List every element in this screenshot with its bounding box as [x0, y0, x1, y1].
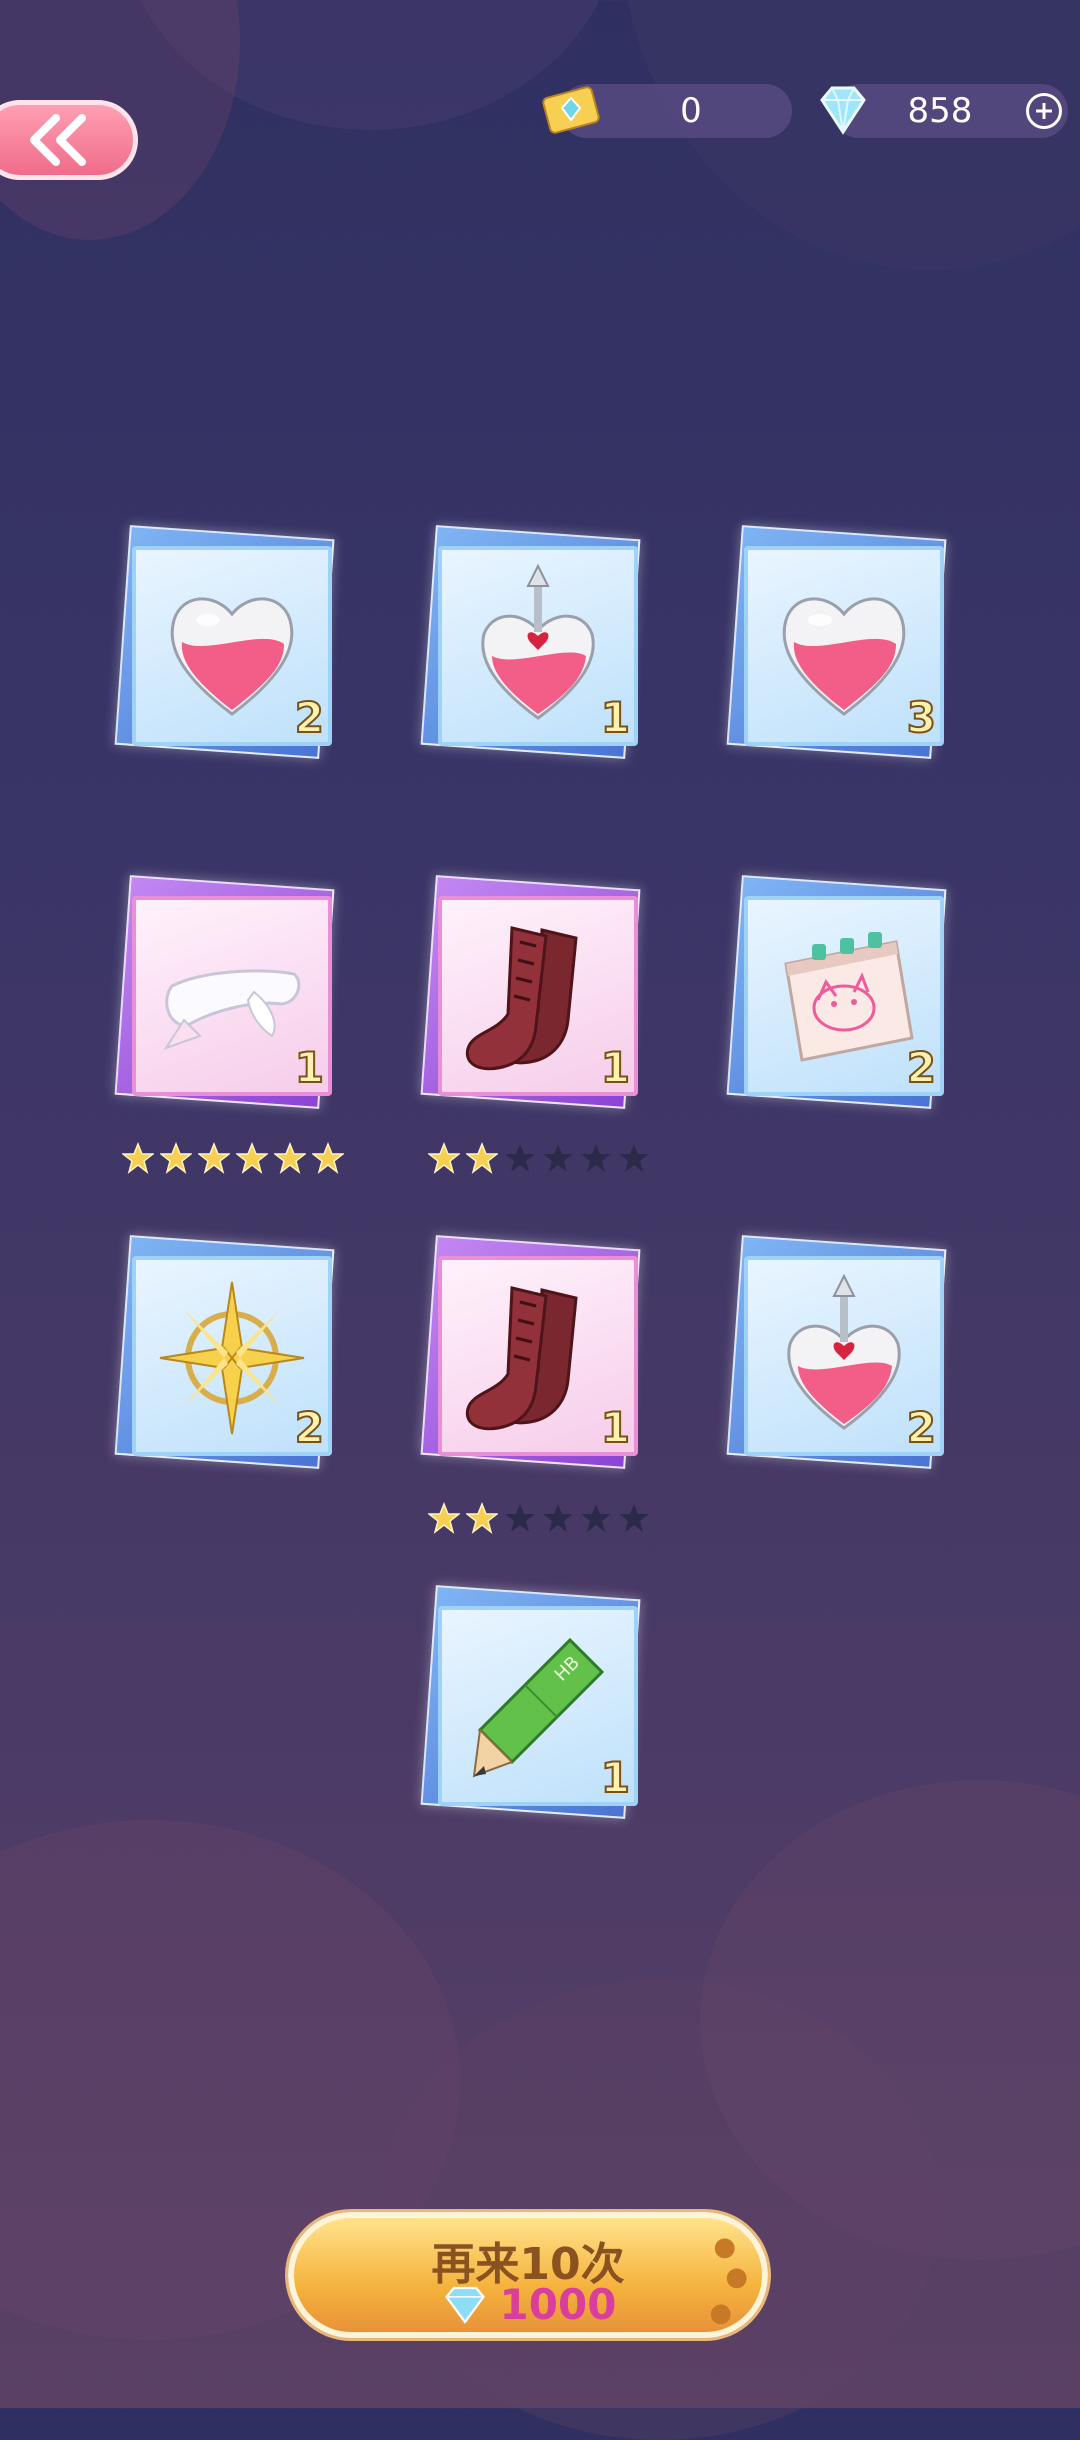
item-count: 2	[906, 1042, 937, 1092]
heart-potion-icon	[782, 597, 906, 716]
add-diamond-button[interactable]	[1026, 93, 1062, 129]
rarity-stars	[428, 1142, 650, 1174]
gold-star-compass-icon	[159, 1281, 305, 1435]
rarity-stars	[428, 1502, 650, 1534]
star-filled-icon	[160, 1142, 192, 1174]
star-filled-icon	[428, 1142, 460, 1174]
rarity-stars	[122, 1142, 344, 1174]
reward-item-5[interactable]: 1	[420, 875, 648, 1122]
draw-again-cost-value: 1000	[499, 2280, 617, 2329]
red-socks-icon	[465, 1286, 578, 1431]
reward-item-10[interactable]: HB 1	[420, 1585, 648, 1832]
draw-again-cost: 1000	[294, 2280, 762, 2329]
reward-item-7[interactable]: 2	[114, 1235, 342, 1482]
star-filled-icon	[274, 1142, 306, 1174]
reward-item-1[interactable]: 2	[114, 525, 342, 772]
green-pencil-icon: HB	[472, 1637, 605, 1778]
star-filled-icon	[122, 1142, 154, 1174]
reward-item-4[interactable]: 1	[114, 875, 342, 1122]
diamond-counter: 858	[820, 84, 1068, 138]
reward-item-2[interactable]: 1	[420, 525, 648, 772]
paw-icon: ●	[725, 2262, 748, 2292]
cat-notepad-icon	[784, 932, 914, 1062]
item-count: 3	[906, 692, 937, 742]
star-empty-icon	[505, 1504, 535, 1532]
item-count: 2	[294, 692, 325, 742]
item-count: 1	[600, 1402, 631, 1452]
heart-potion-icon	[170, 597, 294, 716]
paw-icon: ●	[713, 2232, 736, 2262]
reward-item-8[interactable]: 1	[420, 1235, 648, 1482]
ticket-count: 0	[680, 91, 702, 131]
star-filled-icon	[312, 1142, 344, 1174]
star-empty-icon	[543, 1504, 573, 1532]
diamond-icon	[820, 86, 866, 135]
star-filled-icon	[466, 1502, 498, 1534]
reward-item-6[interactable]: 2	[726, 875, 954, 1122]
star-empty-icon	[581, 1144, 611, 1172]
star-empty-icon	[619, 1144, 649, 1172]
star-filled-icon	[236, 1142, 268, 1174]
draw-again-button[interactable]: 再来10次 1000 ● ● ●	[288, 2212, 768, 2338]
item-count: 1	[600, 692, 631, 742]
star-empty-icon	[581, 1504, 611, 1532]
star-filled-icon	[466, 1142, 498, 1174]
diamond-icon	[444, 2286, 485, 2324]
paw-icon: ●	[709, 2298, 732, 2328]
star-empty-icon	[619, 1504, 649, 1532]
heart-potion-arrow-icon	[481, 563, 595, 720]
star-filled-icon	[428, 1502, 460, 1534]
red-socks-icon	[465, 926, 578, 1071]
ticket-icon	[542, 86, 600, 134]
white-scarf-icon	[163, 969, 301, 1050]
star-empty-icon	[543, 1144, 573, 1172]
item-count: 1	[600, 1752, 631, 1802]
star-filled-icon	[198, 1142, 230, 1174]
star-empty-icon	[505, 1144, 535, 1172]
back-button[interactable]	[0, 100, 138, 180]
item-count: 2	[294, 1402, 325, 1452]
item-count: 1	[600, 1042, 631, 1092]
item-count: 1	[294, 1042, 325, 1092]
double-chevron-left-icon	[30, 114, 86, 166]
item-count: 2	[906, 1402, 937, 1452]
reward-item-3[interactable]: 3	[726, 525, 954, 772]
plus-icon	[1036, 103, 1052, 119]
reward-item-9[interactable]: 2	[726, 1235, 954, 1482]
heart-potion-arrow-icon	[787, 1273, 901, 1430]
diamond-count: 858	[907, 91, 973, 131]
ticket-counter: 0	[542, 84, 792, 138]
